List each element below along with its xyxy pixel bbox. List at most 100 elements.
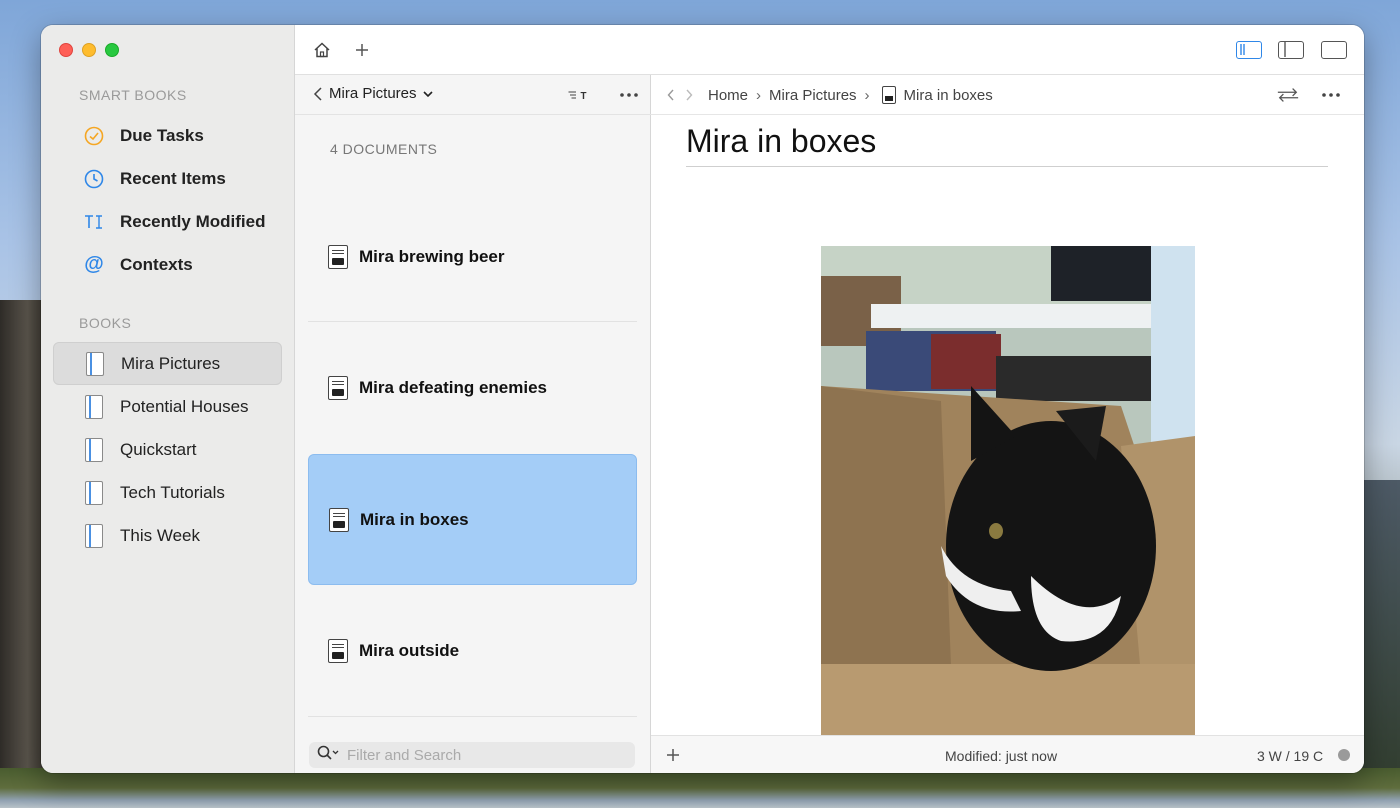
breadcrumb-separator: › xyxy=(864,86,870,104)
sidebar-item-label: Recent Items xyxy=(120,168,226,188)
two-pane-view-button[interactable] xyxy=(1278,41,1304,59)
breadcrumb-home[interactable]: Home xyxy=(708,87,748,104)
three-pane-icon xyxy=(1240,44,1245,55)
desktop-rock xyxy=(0,300,46,808)
app-window: SMART BOOKS Due Tasks Recent Items Recen… xyxy=(41,25,1364,773)
image-document-icon xyxy=(328,375,348,400)
sidebar-item-potential-houses[interactable]: Potential Houses xyxy=(53,385,282,428)
sidebar-item-label: Tech Tutorials xyxy=(120,482,225,502)
breadcrumb-document[interactable]: Mira in boxes xyxy=(904,87,993,104)
clock-icon xyxy=(83,168,105,190)
document-item-mira-brewing-beer[interactable]: Mira brewing beer xyxy=(308,191,637,322)
book-icon xyxy=(83,480,105,505)
editor-footer: Modified: just now 3 W / 19 C xyxy=(651,735,1364,773)
search-icon xyxy=(317,745,339,766)
editor[interactable]: Mira in boxes xyxy=(651,115,1364,735)
image-document-icon xyxy=(328,244,348,269)
document-label: Mira in boxes xyxy=(360,509,469,529)
image-document-icon xyxy=(328,638,348,663)
single-pane-view-button[interactable] xyxy=(1321,41,1347,59)
book-icon xyxy=(84,351,106,376)
text-cursor-icon xyxy=(83,211,105,233)
sidebar-item-label: Recently Modified xyxy=(120,211,266,231)
check-circle-icon xyxy=(83,125,105,147)
chevron-left-icon xyxy=(667,89,674,101)
search-placeholder: Filter and Search xyxy=(347,746,462,764)
document-item-mira-defeating-enemies[interactable]: Mira defeating enemies xyxy=(308,322,637,453)
add-attachment-button[interactable] xyxy=(661,743,685,767)
close-window-button[interactable] xyxy=(59,43,73,57)
sidebar-item-label: Mira Pictures xyxy=(121,353,221,373)
sidebar-item-label: Contexts xyxy=(120,254,193,274)
document-item-mira-outside[interactable]: Mira outside xyxy=(308,585,637,716)
book-icon xyxy=(83,394,105,419)
two-pane-icon xyxy=(1284,42,1286,57)
sidebar-item-mira-pictures[interactable]: Mira Pictures xyxy=(53,342,282,385)
window-controls xyxy=(59,43,119,57)
image-document-icon xyxy=(329,507,349,532)
document-label: Mira outside xyxy=(359,640,460,660)
top-toolbar xyxy=(295,25,1364,75)
document-list: Mira Pictures T 4 DOCUMENTS Mira brewing… xyxy=(295,75,651,773)
breadcrumb: Home › Mira Pictures › Mira in boxes xyxy=(708,86,993,104)
svg-text:T: T xyxy=(581,91,587,102)
at-icon: @ xyxy=(84,253,104,275)
desktop-hill xyxy=(1360,480,1400,808)
cat-photo xyxy=(821,246,1195,735)
doclist-more-button[interactable] xyxy=(617,83,641,107)
divider xyxy=(308,716,637,717)
sidebar-item-label: This Week xyxy=(120,525,200,545)
book-selector[interactable]: Mira Pictures xyxy=(313,85,433,102)
sidebar-item-label: Quickstart xyxy=(120,439,197,459)
desktop-ground xyxy=(0,768,1400,808)
sidebar-item-quickstart[interactable]: Quickstart xyxy=(53,428,282,471)
forward-button[interactable] xyxy=(677,83,701,107)
book-icon xyxy=(83,437,105,462)
filter-search-field[interactable]: Filter and Search xyxy=(309,742,635,768)
zoom-window-button[interactable] xyxy=(105,43,119,57)
editor-more-button[interactable] xyxy=(1319,83,1343,107)
more-icon xyxy=(1322,93,1340,97)
swap-button[interactable] xyxy=(1276,83,1300,107)
editor-header: Home › Mira Pictures › Mira in boxes xyxy=(651,75,1364,115)
breadcrumb-book[interactable]: Mira Pictures xyxy=(769,87,857,104)
book-icon xyxy=(83,523,105,548)
books-heading: BOOKS xyxy=(79,315,132,331)
chevron-down-icon xyxy=(422,90,433,97)
document-label: Mira brewing beer xyxy=(359,246,505,266)
add-button[interactable] xyxy=(350,38,374,62)
sidebar-item-label: Due Tasks xyxy=(120,125,204,145)
smart-books-heading: SMART BOOKS xyxy=(79,87,187,103)
plus-icon xyxy=(667,749,679,761)
chevron-right-icon xyxy=(686,89,693,101)
sidebar-item-tech-tutorials[interactable]: Tech Tutorials xyxy=(53,471,282,514)
home-icon xyxy=(314,42,330,58)
chevron-left-icon xyxy=(313,86,322,101)
plus-icon xyxy=(356,44,368,56)
sidebar-item-due-tasks[interactable]: Due Tasks xyxy=(53,114,282,157)
modified-status: Modified: just now xyxy=(945,748,1058,764)
sidebar-item-label: Potential Houses xyxy=(120,396,249,416)
minimize-window-button[interactable] xyxy=(82,43,96,57)
sidebar-item-this-week[interactable]: This Week xyxy=(53,514,282,557)
document-title[interactable]: Mira in boxes xyxy=(686,123,1328,167)
more-icon xyxy=(620,93,638,97)
home-button[interactable] xyxy=(310,38,334,62)
document-item-mira-in-boxes[interactable]: Mira in boxes xyxy=(308,454,637,585)
sort-icon: T xyxy=(568,91,587,102)
breadcrumb-separator: › xyxy=(756,86,762,104)
document-label: Mira defeating enemies xyxy=(359,377,548,397)
book-title: Mira Pictures xyxy=(329,85,417,102)
status-dot-icon xyxy=(1338,749,1350,761)
swap-arrows-icon xyxy=(1277,88,1299,102)
sidebar-item-recent-items[interactable]: Recent Items xyxy=(53,157,282,200)
sidebar: SMART BOOKS Due Tasks Recent Items Recen… xyxy=(41,25,295,773)
three-pane-view-button[interactable] xyxy=(1236,41,1262,59)
document-list-header: Mira Pictures T xyxy=(295,75,651,115)
document-count: 4 DOCUMENTS xyxy=(330,141,438,157)
image-document-icon xyxy=(881,86,896,104)
sidebar-item-contexts[interactable]: @ Contexts xyxy=(53,243,282,286)
sidebar-item-recently-modified[interactable]: Recently Modified xyxy=(53,200,282,243)
sort-button[interactable]: T xyxy=(567,83,591,107)
word-count[interactable]: 3 W / 19 C xyxy=(1257,748,1323,764)
